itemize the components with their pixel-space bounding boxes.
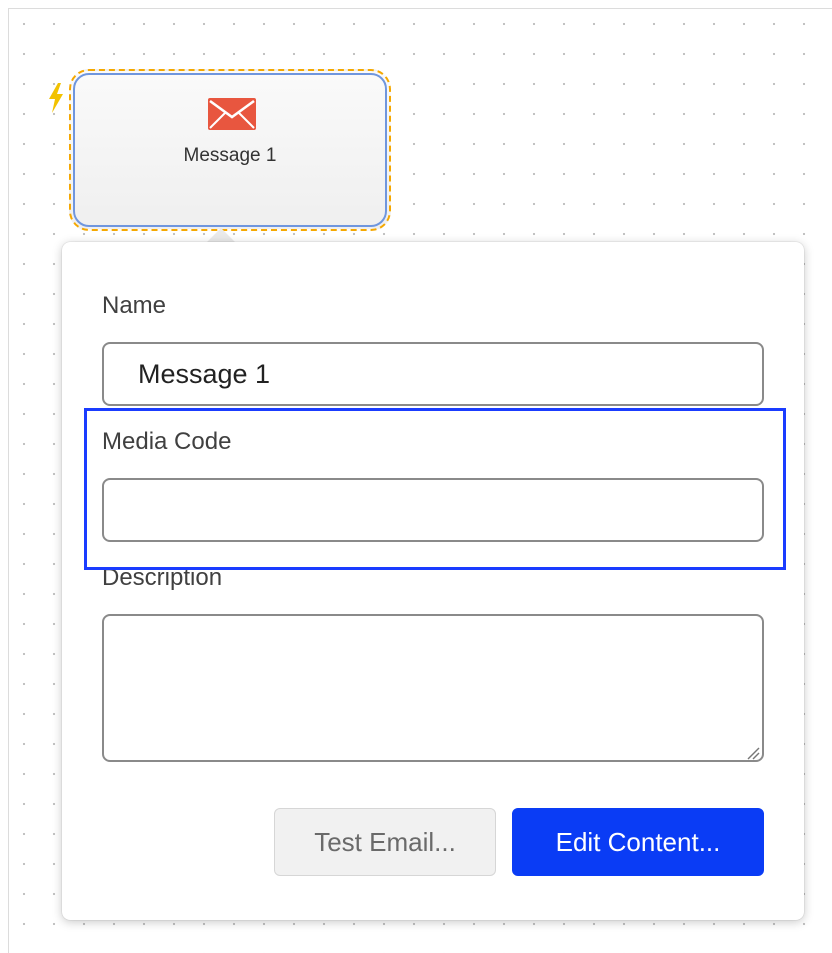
media-code-label: Media Code xyxy=(102,428,232,455)
resize-handle-icon[interactable] xyxy=(746,746,760,760)
name-input[interactable] xyxy=(102,342,764,406)
description-label: Description xyxy=(102,564,223,591)
media-code-input[interactable] xyxy=(102,478,764,542)
envelope-icon xyxy=(208,98,256,130)
name-label: Name xyxy=(102,292,167,319)
message-node[interactable]: Message 1 xyxy=(69,69,391,231)
node-label: Message 1 xyxy=(183,145,277,166)
edit-content-button[interactable]: Edit Content... xyxy=(512,808,764,876)
description-textarea[interactable] xyxy=(102,614,764,762)
node-properties-panel: Name Media Code Description Test Email..… xyxy=(62,242,804,920)
lightning-bolt-icon xyxy=(49,83,63,113)
test-email-button[interactable]: Test Email... xyxy=(274,808,496,876)
